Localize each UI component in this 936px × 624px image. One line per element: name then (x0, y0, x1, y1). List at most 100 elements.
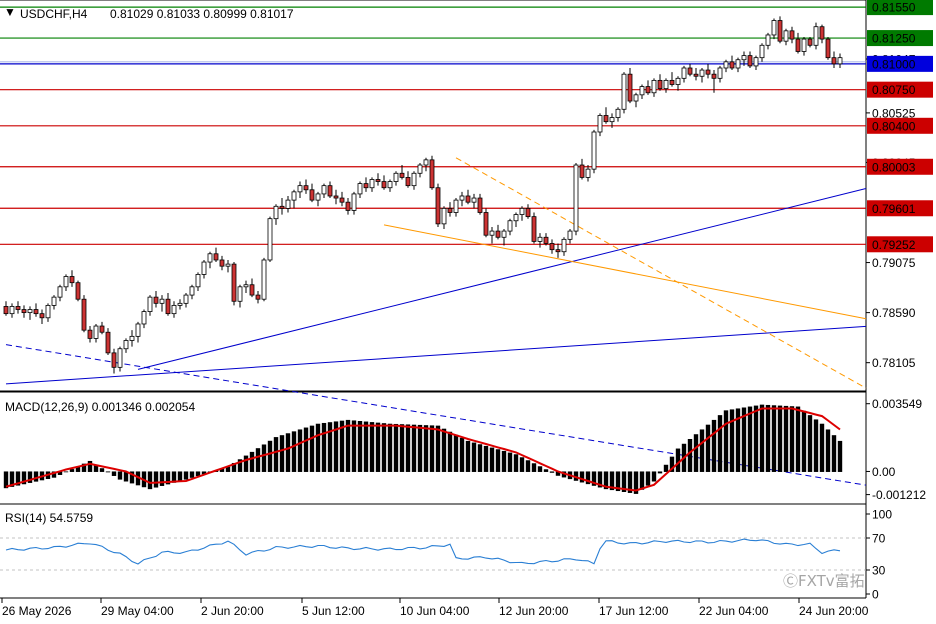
candle-body-43 (261, 259, 267, 300)
macd-bar-58 (351, 420, 357, 472)
candle-body-115 (693, 73, 699, 77)
candle-body-74 (447, 207, 453, 213)
time-label-8: 24 Jun 20:00 (799, 604, 869, 618)
candle-body-9 (57, 286, 63, 298)
candle-body-89 (537, 236, 543, 242)
price-tick-label-13: 0.78105 (872, 356, 916, 370)
candle-body-107 (645, 86, 651, 94)
macd-bar-59 (357, 421, 363, 472)
candle-body-110 (663, 79, 669, 90)
rsi-tick-label-2: 30 (872, 564, 886, 578)
macd-bar-26 (159, 471, 165, 486)
price-tick-label-12: 0.78590 (872, 306, 916, 320)
macd-bar-81 (489, 447, 495, 472)
price-badge-label-9: 0.79601 (872, 202, 916, 216)
candle-body-17 (105, 331, 111, 354)
candle-body-136 (819, 26, 825, 40)
candle-body-68 (411, 172, 417, 187)
candle-body-139 (837, 57, 843, 65)
candle-body-42 (255, 294, 261, 300)
candle-body-129 (777, 20, 783, 42)
candle-body-135 (813, 26, 819, 46)
macd-bar-83 (501, 450, 507, 472)
candle-body-124 (747, 55, 753, 67)
candle-body-54 (327, 185, 333, 197)
macd-bar-80 (483, 445, 489, 472)
candle-body-23 (141, 311, 147, 325)
candle-body-8 (51, 296, 57, 306)
macd-bar-117 (705, 424, 711, 472)
rsi-tick-label-1: 70 (872, 532, 886, 546)
candle-body-64 (387, 181, 393, 189)
candle-body-19 (117, 348, 123, 368)
macd-tick-label-2: -0.001212 (872, 488, 926, 502)
macd-bar-138 (831, 435, 837, 472)
macd-bar-85 (513, 454, 519, 472)
candle-body-101 (609, 117, 615, 123)
candle-body-29 (177, 302, 183, 306)
macd-bar-78 (471, 442, 477, 472)
macd-bar-124 (747, 406, 753, 472)
macd-bar-91 (549, 471, 555, 473)
candle-body-45 (273, 205, 279, 220)
candle-body-106 (639, 86, 645, 96)
candle-body-94 (567, 230, 573, 240)
candle-body-57 (345, 201, 351, 211)
macd-bar-65 (393, 423, 399, 472)
macd-bar-60 (363, 421, 369, 472)
price-badge-label-6: 0.80400 (872, 119, 916, 133)
time-axis: 26 May 2026 29 May 04:00 2 Jun 20:00 5 Jun … (1, 598, 869, 618)
macd-bar-76 (459, 437, 465, 472)
macd-bar-96 (579, 471, 585, 483)
macd-tick-label-0: 0.003549 (872, 397, 922, 411)
macd-bar-88 (531, 463, 537, 472)
candle-body-66 (399, 172, 405, 178)
macd-label: MACD(12,26,9) 0.001346 0.002054 (5, 400, 195, 414)
candle-body-77 (465, 195, 471, 203)
candle-body-83 (501, 230, 507, 238)
rsi-tick-label-0: 100 (872, 508, 892, 522)
macd-bar-40 (243, 455, 249, 472)
candle-body-65 (393, 172, 399, 182)
candle-body-111 (669, 79, 675, 85)
candle-body-1 (9, 306, 15, 315)
macd-bar-119 (717, 415, 723, 472)
trend-line-1 (5, 325, 867, 385)
candle-body-126 (759, 44, 765, 59)
candle-body-125 (753, 57, 759, 67)
macd-bar-114 (687, 439, 693, 472)
candle-body-120 (723, 61, 729, 69)
candle-body-31 (189, 286, 195, 296)
time-label-0: 26 May 2026 (2, 604, 72, 618)
rsi-panel (0, 537, 866, 571)
macd-bar-73 (441, 428, 447, 472)
candle-body-91 (549, 243, 555, 251)
candle-body-28 (171, 304, 177, 315)
candle-body-84 (507, 220, 513, 232)
menu-glyph-icon[interactable]: ▼ (4, 5, 16, 19)
candle-body-33 (201, 261, 207, 275)
candle-body-78 (471, 197, 477, 203)
price-badge-label-4: 0.80750 (872, 83, 916, 97)
candle-body-75 (453, 199, 459, 213)
macd-bar-18 (111, 471, 117, 476)
macd-bar-125 (753, 405, 759, 472)
macd-bar-136 (819, 423, 825, 472)
macd-tick-label-1: 0.00 (872, 465, 896, 479)
macd-bar-72 (435, 425, 441, 472)
candle-body-119 (717, 67, 723, 79)
candle-body-81 (489, 230, 495, 236)
macd-bar-71 (429, 425, 435, 472)
macd-bar-90 (543, 469, 549, 472)
price-badge-label-8: 0.80003 (872, 160, 916, 174)
trend-line-0 (137, 188, 867, 370)
usdchf-h4-chart: 0.815500.812500.810470.810000.807500.805… (0, 0, 933, 618)
candle-body-22 (135, 323, 141, 337)
macd-bar-79 (477, 444, 483, 472)
price-badge-label-10: 0.79252 (872, 238, 916, 252)
macd-bar-16 (99, 468, 105, 472)
candle-body-99 (597, 115, 603, 133)
macd-bar-139 (837, 440, 843, 472)
macd-bar-17 (105, 471, 111, 473)
time-label-2: 2 Jun 20:00 (201, 604, 264, 618)
